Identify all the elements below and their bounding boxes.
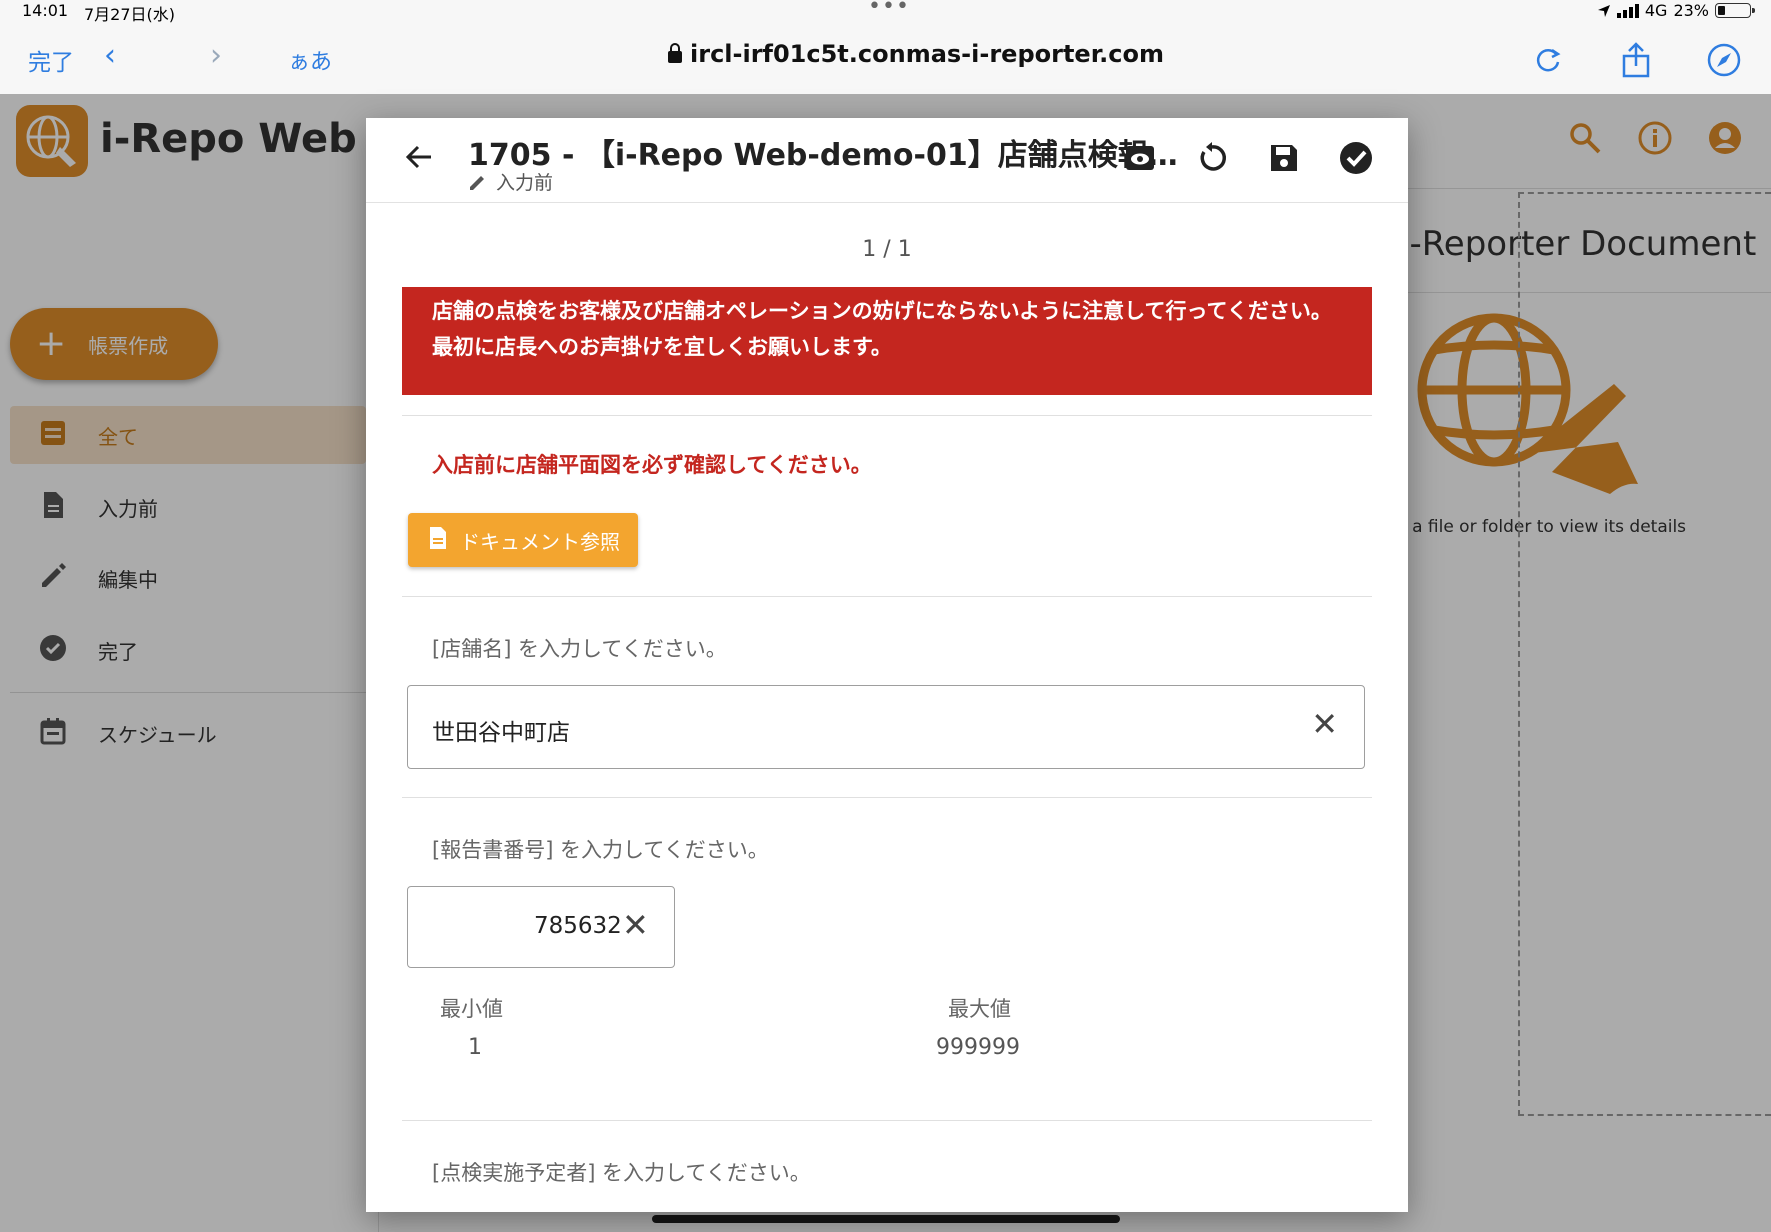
store-name-value: 世田谷中町店 (432, 720, 570, 746)
document-icon (428, 526, 448, 555)
max-value: 999999 (936, 1035, 1020, 1060)
modal-body[interactable]: 1 / 1 店舗の点検をお客様及び店舗オペレーションの妨げにならないように注意し… (366, 203, 1408, 1212)
report-number-value: 785632 (534, 913, 622, 939)
browser-toolbar: 完了 ‹ › ぁあ ircl-irf01c5t.conmas-i-reporte… (0, 26, 1771, 94)
form-status: 入力前 (468, 168, 553, 195)
clear-icon[interactable]: ✕ (622, 909, 649, 941)
done-button[interactable]: 完了 (28, 43, 74, 77)
report-number-label: [報告書番号] を入力してください。 (432, 838, 769, 862)
status-time: 14:01 (22, 1, 69, 20)
multitasking-dots-icon[interactable]: ••• (868, 0, 910, 19)
document-reference-button[interactable]: ドキュメント参照 (408, 513, 638, 567)
signal-icon (1616, 3, 1639, 18)
section-divider (402, 1120, 1372, 1121)
warning-text: 入店前に店舗平面図を必ず確認してください。 (432, 453, 872, 477)
modal-header: 1705 - 【i-Repo Web-demo-01】店舗点検報… 入力前 (366, 118, 1408, 203)
report-number-field[interactable]: 785632 ✕ (407, 886, 675, 968)
reload-icon[interactable] (1530, 42, 1566, 78)
complete-check-icon[interactable] (1338, 140, 1374, 176)
inspector-label: [点検実施予定者] を入力してください。 (432, 1161, 811, 1185)
form-status-label: 入力前 (496, 172, 554, 194)
section-divider (402, 596, 1372, 597)
notice-banner: 店舗の点検をお客様及び店舗オペレーションの妨げにならないように注意して行ってくだ… (402, 287, 1372, 395)
max-label: 最大値 (948, 997, 1011, 1021)
battery-percent: 23% (1673, 1, 1709, 20)
min-value: 1 (468, 1035, 482, 1060)
section-divider (402, 415, 1372, 416)
modal-actions (1122, 140, 1374, 176)
forward-chevron-icon[interactable]: › (210, 38, 222, 73)
save-icon[interactable] (1266, 140, 1302, 176)
text-size-button[interactable]: ぁあ (288, 44, 332, 76)
page-indicator: 1 / 1 (862, 237, 912, 262)
clear-icon[interactable]: ✕ (1311, 708, 1338, 740)
back-chevron-icon[interactable]: ‹ (104, 38, 116, 73)
form-modal: 1705 - 【i-Repo Web-demo-01】店舗点検報… 入力前 1 … (366, 118, 1408, 1212)
url-text: ircl-irf01c5t.conmas-i-reporter.com (690, 40, 1164, 68)
network-type: 4G (1644, 1, 1668, 20)
status-date: 7月27日(水) (84, 5, 176, 24)
compass-icon[interactable] (1706, 42, 1742, 78)
document-reference-label: ドキュメント参照 (460, 529, 620, 554)
section-divider (402, 797, 1372, 798)
ios-status-bar: 14:01 7月27日(水) ••• 4G 23% (0, 0, 1771, 26)
lock-icon (668, 43, 682, 63)
home-indicator[interactable] (652, 1215, 1120, 1223)
back-arrow-icon[interactable] (404, 142, 434, 176)
pencil-icon (470, 175, 484, 190)
store-name-field[interactable]: 世田谷中町店 ✕ (407, 685, 1365, 769)
battery-icon (1715, 3, 1755, 18)
share-icon[interactable] (1618, 42, 1654, 78)
address-bar[interactable]: ircl-irf01c5t.conmas-i-reporter.com (668, 40, 1164, 68)
form-title: 1705 - 【i-Repo Web-demo-01】店舗点検報… (468, 138, 1178, 173)
location-icon (1597, 4, 1610, 17)
min-label: 最小値 (440, 997, 503, 1021)
reset-icon[interactable] (1194, 140, 1230, 176)
store-name-label: [店舗名] を入力してください。 (432, 637, 727, 661)
preview-icon[interactable] (1122, 140, 1158, 176)
status-right: 4G 23% (1597, 1, 1755, 20)
